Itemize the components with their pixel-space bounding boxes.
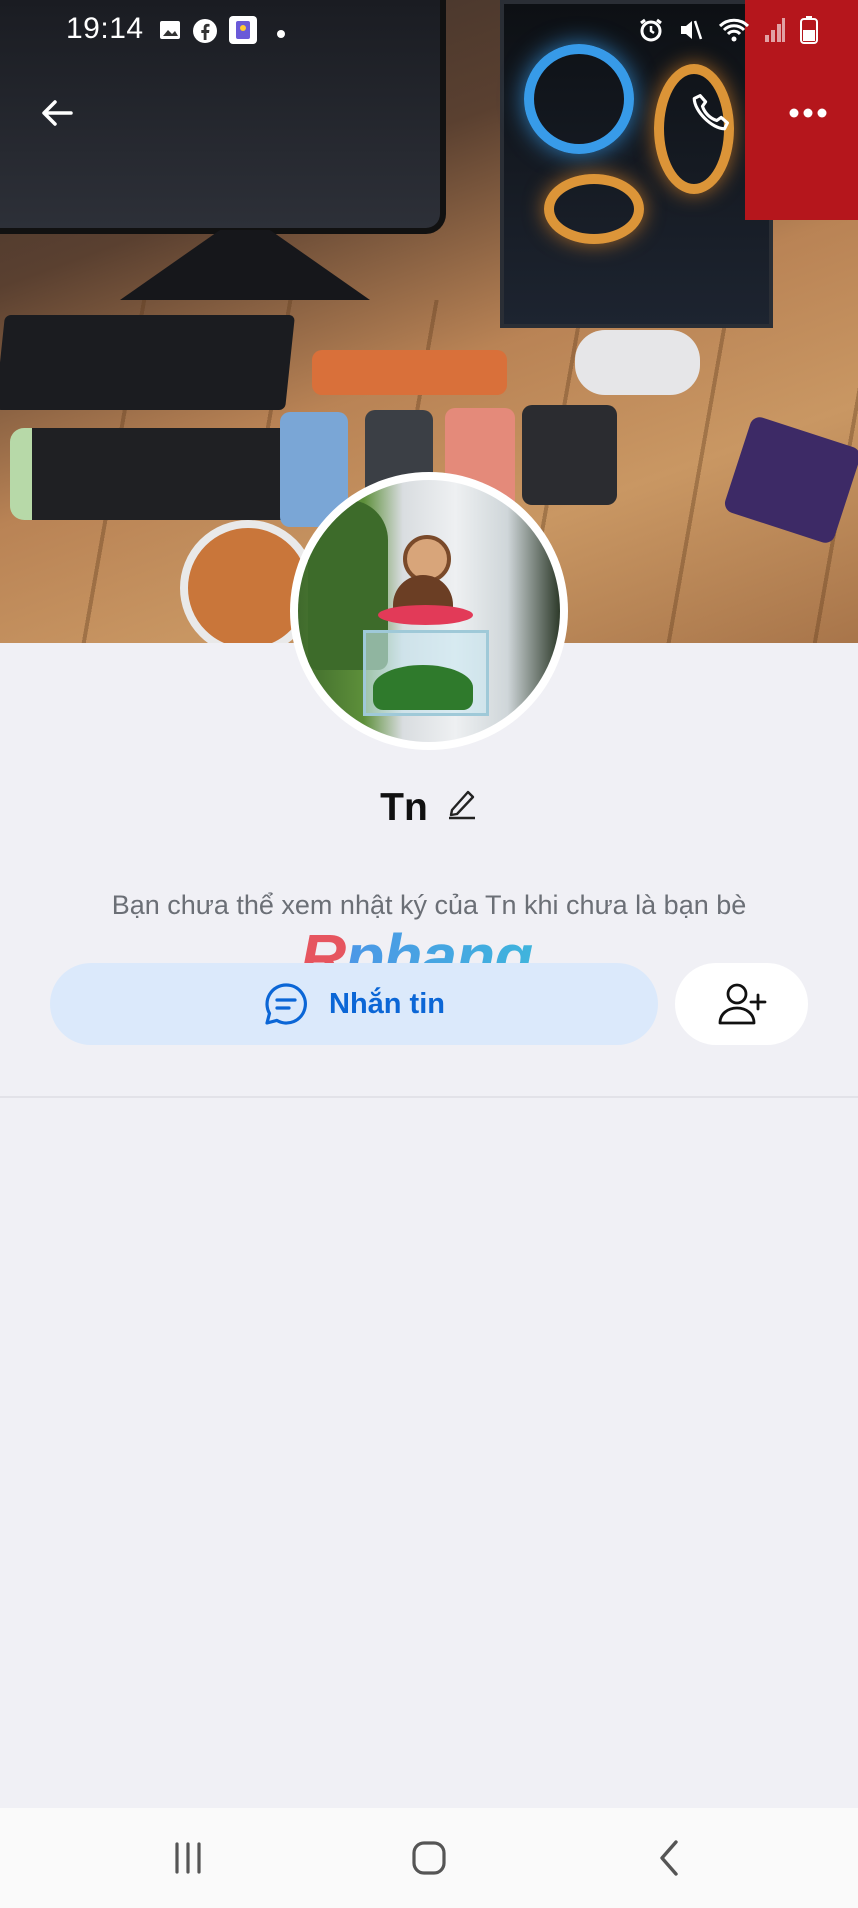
- arrow-left-icon: [42, 100, 73, 126]
- nav-back-button[interactable]: [630, 1828, 710, 1888]
- status-bar: 19:14: [0, 0, 858, 62]
- pencil-icon: [448, 790, 475, 820]
- alarm-icon: [638, 17, 664, 48]
- facebook-icon: [192, 18, 218, 49]
- back-button[interactable]: [27, 83, 87, 143]
- mute-icon: [678, 17, 704, 48]
- message-button[interactable]: Nhắn tin: [50, 963, 658, 1045]
- signal-icon: [764, 17, 786, 48]
- battery-icon: [800, 16, 818, 49]
- system-nav-bar: [0, 1808, 858, 1908]
- dot-icon: [276, 26, 286, 44]
- more-dots-icon: [789, 108, 827, 118]
- back-chevron-icon: [660, 1840, 678, 1876]
- phone-icon: [692, 94, 729, 131]
- recent-apps-button[interactable]: [148, 1828, 228, 1888]
- message-label: Nhắn tin: [329, 987, 445, 1020]
- cover-monitor-stand: [120, 230, 370, 300]
- add-user-icon: [718, 983, 766, 1025]
- cover-console: [10, 428, 306, 520]
- profile-name: Tn: [380, 786, 428, 829]
- call-button[interactable]: [680, 83, 740, 143]
- profile-name-row: Tn: [0, 786, 858, 830]
- chat-bubble-icon: [265, 983, 307, 1025]
- wifi-icon: [718, 17, 750, 48]
- cover-phone: [312, 350, 507, 395]
- friend-notice: Bạn chưa thể xem nhật ký của Tn khi chưa…: [111, 890, 747, 920]
- status-time: 19:14: [66, 12, 144, 45]
- avatar-image: [298, 480, 560, 742]
- cover-fan: [544, 174, 644, 244]
- divider: [0, 1096, 858, 1098]
- avatar[interactable]: [290, 472, 568, 750]
- home-button[interactable]: [389, 1828, 469, 1888]
- cover-controller: [575, 330, 700, 395]
- more-button[interactable]: [778, 83, 838, 143]
- edit-name-button[interactable]: [446, 786, 478, 830]
- cover-phone: [522, 405, 617, 505]
- recent-apps-icon: [175, 1842, 201, 1874]
- add-friend-button[interactable]: [675, 963, 808, 1045]
- gallery-icon: [158, 18, 182, 47]
- status-right-icons: [638, 16, 818, 49]
- app-icon: [228, 15, 258, 50]
- cover-keyboard: [0, 315, 295, 410]
- home-icon: [412, 1841, 446, 1875]
